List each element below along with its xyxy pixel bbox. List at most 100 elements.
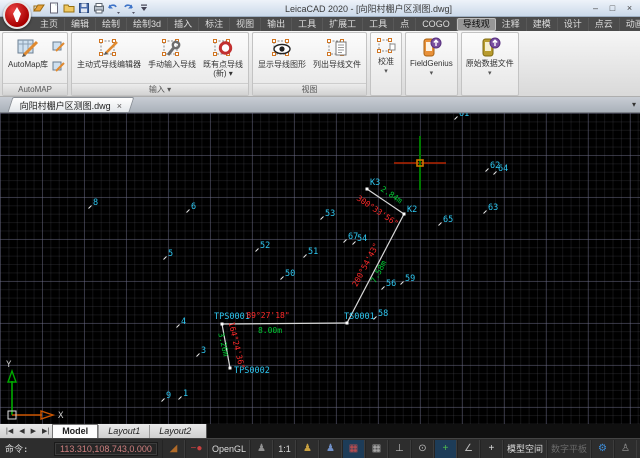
crosshair-icon[interactable]: + xyxy=(480,440,503,458)
dropdown-caret-icon[interactable]: ▾ xyxy=(488,69,492,78)
ribbon-tab-9[interactable]: 工具 xyxy=(292,18,323,31)
ribbon-tab-17[interactable]: 设计 xyxy=(558,18,589,31)
ribbon: AutoMap库AutoMAP主动式导线编辑器手动输入导线既有点导线(新) ▾输… xyxy=(0,31,640,97)
document-tab-label: 向阳村棚户区测图.dwg xyxy=(20,99,111,112)
ribbon-tab-14[interactable]: 导线观 xyxy=(457,18,496,31)
layout-tab-Model[interactable]: Model xyxy=(52,424,98,438)
point-marker-50 xyxy=(281,277,284,280)
dimension-label: 8.00m xyxy=(258,326,282,335)
osnap-icon[interactable]: + xyxy=(434,440,457,458)
tab-overflow-button[interactable]: ▾ xyxy=(632,100,636,109)
ribbon-panel-button-FieldGenius[interactable]: FieldGenius▾ xyxy=(405,32,458,96)
ribbon-button-列出导线文件[interactable]: 列出导线文件 xyxy=(310,34,364,82)
minimize-button[interactable]: – xyxy=(587,2,604,15)
ribbon-tab-5[interactable]: 插入 xyxy=(168,18,199,31)
point-label-56: 56 xyxy=(386,279,396,289)
ribbon-tab-2[interactable]: 编辑 xyxy=(65,18,96,31)
gpu-performance-icon[interactable]: ◢ xyxy=(162,440,185,458)
open-file-icon[interactable] xyxy=(62,2,75,14)
ribbon-button-label: 既有点导线 xyxy=(203,60,243,69)
dropdown-caret-icon[interactable]: ▾ xyxy=(384,67,388,76)
ribbon-button-手动输入导线[interactable]: 手动输入导线 xyxy=(145,34,199,82)
point-label-9: 9 xyxy=(166,391,171,401)
layout-nav-2[interactable]: ▶ xyxy=(28,427,39,435)
ribbon-tab-3[interactable]: 绘制 xyxy=(96,18,127,31)
ribbon-group-AutoMAP: AutoMap库AutoMAP xyxy=(2,32,68,96)
point-label-59: 59 xyxy=(405,274,415,284)
ribbon-button-既有点导线[interactable]: 既有点导线(新) ▾ xyxy=(200,34,246,82)
ribbon-tab-11[interactable]: 工具 xyxy=(363,18,394,31)
maximize-button[interactable]: □ xyxy=(604,2,621,15)
ribbon-tab-15[interactable]: 注释 xyxy=(496,18,527,31)
ribbon-tab-1[interactable]: 主页 xyxy=(34,18,65,31)
point-marker-3 xyxy=(197,354,200,357)
layout-nav-0[interactable]: |◀ xyxy=(3,427,16,435)
annotation-auto-add-icon[interactable]: ♟ xyxy=(319,440,342,458)
ribbon-group-输入: 主动式导线编辑器手动输入导线既有点导线(新) ▾输入 ▾ xyxy=(71,32,249,96)
document-close-icon[interactable]: × xyxy=(117,100,122,110)
automap-small-1-icon[interactable] xyxy=(52,39,65,57)
point-marker-67 xyxy=(344,240,347,243)
settings-gear-icon[interactable]: ⚙ xyxy=(591,440,614,458)
dropdown-caret-icon[interactable]: ▾ xyxy=(430,69,434,78)
point-label-5: 5 xyxy=(168,249,173,259)
ribbon-tab-18[interactable]: 点云 xyxy=(589,18,620,31)
ribbon-tab-bar: 主页编辑绘制绘制3d插入标注视图输出工具扩展工工具点COGO导线观注释建模设计点… xyxy=(0,17,640,31)
ribbon-group-label: 输入 ▾ xyxy=(72,83,248,95)
close-button[interactable]: × xyxy=(621,2,638,15)
hardware-toggle-icon[interactable]: −● xyxy=(185,440,208,458)
point-marker-59 xyxy=(401,282,404,285)
ribbon-tab-13[interactable]: COGO xyxy=(416,18,457,31)
ribbon-panel-button-校准[interactable]: 校准▾ xyxy=(370,32,402,96)
open-drawing-icon[interactable] xyxy=(32,2,45,14)
snap-icon[interactable]: ▦ xyxy=(342,440,365,458)
ortho-icon[interactable]: ⊥ xyxy=(388,440,411,458)
ribbon-group-视图: 显示导线图形列出导线文件视图 xyxy=(252,32,367,96)
ribbon-tab-7[interactable]: 视图 xyxy=(230,18,261,31)
redo-icon[interactable] xyxy=(122,2,135,14)
plot-icon[interactable] xyxy=(92,2,105,14)
new-file-icon[interactable] xyxy=(47,2,60,14)
ribbon-tab-6[interactable]: 标注 xyxy=(199,18,230,31)
ribbon-tab-12[interactable]: 点 xyxy=(394,18,416,31)
point-marker-63 xyxy=(484,211,487,214)
angle-icon[interactable]: ∠ xyxy=(457,440,480,458)
drawing-canvas[interactable]: K3K2TS0001TPS0001TPS0002300°33'56"2.84m2… xyxy=(0,113,640,424)
undo-icon[interactable] xyxy=(107,2,120,14)
ribbon-panel-label: 原始数据文件 xyxy=(466,59,514,68)
layout-nav-3[interactable]: ▶| xyxy=(39,427,52,435)
digitizer-button[interactable]: 数字平板 xyxy=(547,440,591,458)
station-label-K3: K3 xyxy=(370,178,380,188)
ribbon-button-AutoMap库[interactable]: AutoMap库 xyxy=(5,34,51,82)
ribbon-button-label: (新) ▾ xyxy=(213,69,233,78)
automap-small-2-icon[interactable] xyxy=(52,59,65,77)
ribbon-tab-4[interactable]: 绘制3d xyxy=(127,18,168,31)
save-icon[interactable] xyxy=(77,2,90,14)
layout-tab-Layout2[interactable]: Layout2 xyxy=(149,425,200,438)
ribbon-tab-8[interactable]: 输出 xyxy=(261,18,292,31)
opengl-button[interactable]: OpenGL xyxy=(208,440,250,458)
point-label-50: 50 xyxy=(285,269,295,279)
app-logo-icon[interactable] xyxy=(3,1,31,29)
qat-customize-icon[interactable] xyxy=(137,2,150,14)
annotation-scale-button[interactable]: 1:1 xyxy=(273,440,296,458)
point-label-61: 61 xyxy=(459,113,469,119)
layout-nav-1[interactable]: ◀ xyxy=(16,427,27,435)
voice-icon[interactable]: ♙ xyxy=(614,440,637,458)
ribbon-tab-16[interactable]: 建模 xyxy=(527,18,558,31)
polar-tracking-icon[interactable]: ⊙ xyxy=(411,440,434,458)
annotation-visibility-icon[interactable]: ♟ xyxy=(296,440,319,458)
ribbon-button-显示导线图形[interactable]: 显示导线图形 xyxy=(255,34,309,82)
ribbon-button-主动式导线编辑器[interactable]: 主动式导线编辑器 xyxy=(74,34,144,82)
title-bar: LeicaCAD 2020 - [向阳村棚户区测图.dwg] – □ × xyxy=(0,0,640,17)
model-space-button[interactable]: 模型空间 xyxy=(503,440,547,458)
document-tab[interactable]: 向阳村棚户区测图.dwg × xyxy=(8,97,135,112)
grid-icon[interactable]: ▦ xyxy=(365,440,388,458)
layout-tab-Layout1[interactable]: Layout1 xyxy=(98,425,149,438)
point-marker-4 xyxy=(177,325,180,328)
ribbon-tab-10[interactable]: 扩展工 xyxy=(323,18,363,31)
command-prompt[interactable]: 命令: xyxy=(5,442,28,455)
annotation-monitor-icon[interactable]: ♟ xyxy=(250,440,273,458)
ribbon-tab-19[interactable]: 动画 xyxy=(620,18,640,31)
ribbon-panel-button-原始数据文件[interactable]: 原始数据文件▾ xyxy=(461,32,519,96)
